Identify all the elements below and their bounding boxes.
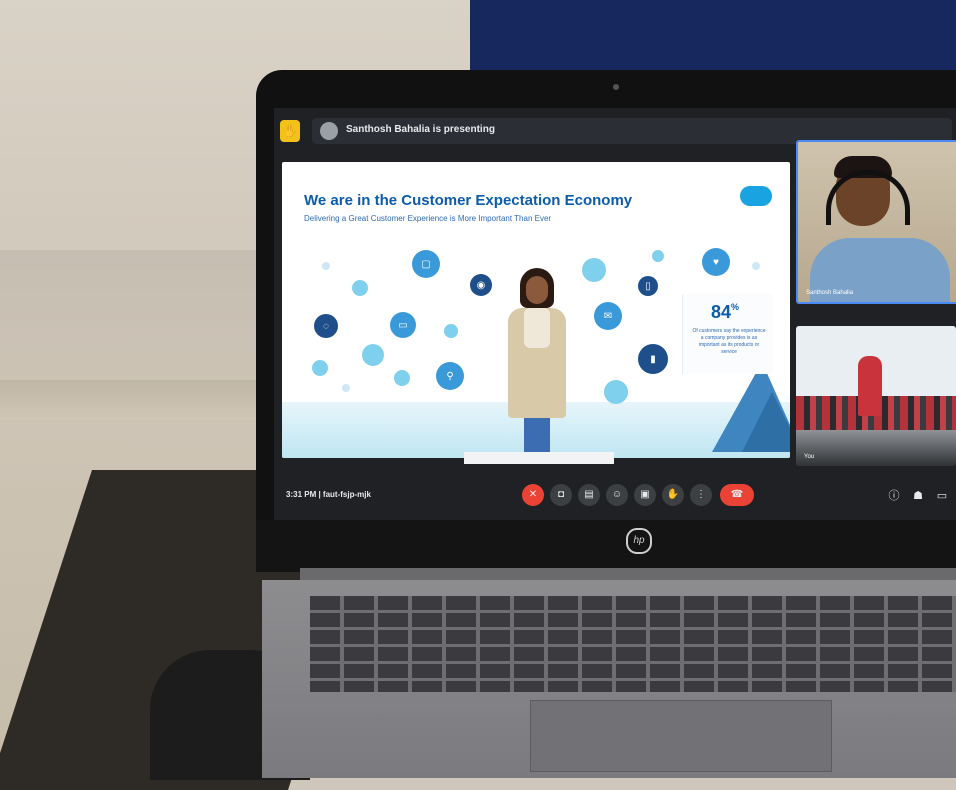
- participant-name: You: [804, 454, 815, 460]
- more-icon[interactable]: ⋮: [690, 484, 712, 506]
- chat-bubble-icon: ◌: [314, 314, 338, 338]
- laptop-chin: [256, 520, 956, 572]
- presenting-text: Santhosh Bahalia is presenting: [346, 124, 495, 135]
- people-icon[interactable]: ☗: [910, 488, 926, 504]
- meeting-screen: ✋ Santhosh Bahalia is presenting We are …: [274, 108, 956, 522]
- stat-suffix: %: [731, 302, 740, 312]
- hp-logo: hp: [626, 528, 652, 554]
- keyboard-rows: [310, 596, 956, 692]
- stat-value: 84%: [711, 302, 739, 323]
- meeting-controls-bar: 3:31 PM | faut-fsjp-mjk ✕ ◘ ▤ ☺ ▣ ✋ ⋮ ☎ …: [274, 470, 956, 522]
- dot-icon: [352, 280, 368, 296]
- dot-icon: [362, 344, 384, 366]
- presentation-slide: We are in the Customer Expectation Econo…: [282, 162, 790, 458]
- participant-tile-presenter[interactable]: Santhosh Bahalia: [796, 140, 956, 304]
- face: [526, 276, 548, 304]
- search-icon: ⚲: [436, 362, 464, 390]
- salesforce-cloud-logo: [740, 186, 772, 206]
- emoji-icon[interactable]: ☺: [606, 484, 628, 506]
- dot-icon: [342, 384, 350, 392]
- mic-off-icon[interactable]: ✕: [522, 484, 544, 506]
- end-call-icon[interactable]: ☎: [720, 484, 754, 506]
- dot-icon: [312, 360, 328, 376]
- hand-icon[interactable]: ✋: [280, 120, 300, 142]
- stat-box: 84% Of customers say the experience a co…: [682, 294, 773, 374]
- trackpad: [530, 700, 832, 772]
- webcam: [613, 84, 619, 90]
- present-icon[interactable]: ▣: [634, 484, 656, 506]
- heart-icon: ♥: [702, 248, 730, 276]
- camera-icon[interactable]: ◘: [550, 484, 572, 506]
- stat-description: Of customers say the experience a compan…: [692, 328, 766, 355]
- dot-icon: [322, 262, 330, 270]
- dot-icon: [444, 324, 458, 338]
- slide-caption: [464, 452, 614, 464]
- dot-icon: [604, 380, 628, 404]
- scarf: [524, 308, 550, 348]
- info-icon[interactable]: ⓘ: [886, 488, 902, 504]
- dot-icon: [582, 258, 606, 282]
- dot-icon: [752, 262, 760, 270]
- laptop-icon: ▭: [390, 312, 416, 338]
- phone-icon: ▯: [638, 276, 658, 296]
- slide-title: We are in the Customer Expectation Econo…: [304, 192, 633, 209]
- mail-icon: ✉: [594, 302, 622, 330]
- dot-icon: [652, 250, 664, 262]
- mobile-icon: ▮: [638, 344, 668, 374]
- app-icon: ▢: [412, 250, 440, 278]
- meeting-time-code: 3:31 PM | faut-fsjp-mjk: [286, 490, 371, 499]
- jeans: [524, 418, 550, 454]
- woman-photo: [502, 268, 572, 454]
- dot-icon: [394, 370, 410, 386]
- stat-number: 84: [711, 302, 732, 322]
- presenter-avatar: [320, 122, 338, 140]
- slide-mountain-small: [742, 392, 790, 452]
- participant-name: Santhosh Bahalia: [806, 290, 854, 296]
- headset-icon: ◉: [470, 274, 492, 296]
- raise-hand-icon[interactable]: ✋: [662, 484, 684, 506]
- standing-person: [858, 356, 882, 416]
- participant-tile-self[interactable]: You: [796, 326, 956, 466]
- captions-icon[interactable]: ▤: [578, 484, 600, 506]
- chat-icon[interactable]: ▭: [934, 488, 950, 504]
- slide-subtitle: Delivering a Great Customer Experience i…: [304, 214, 552, 223]
